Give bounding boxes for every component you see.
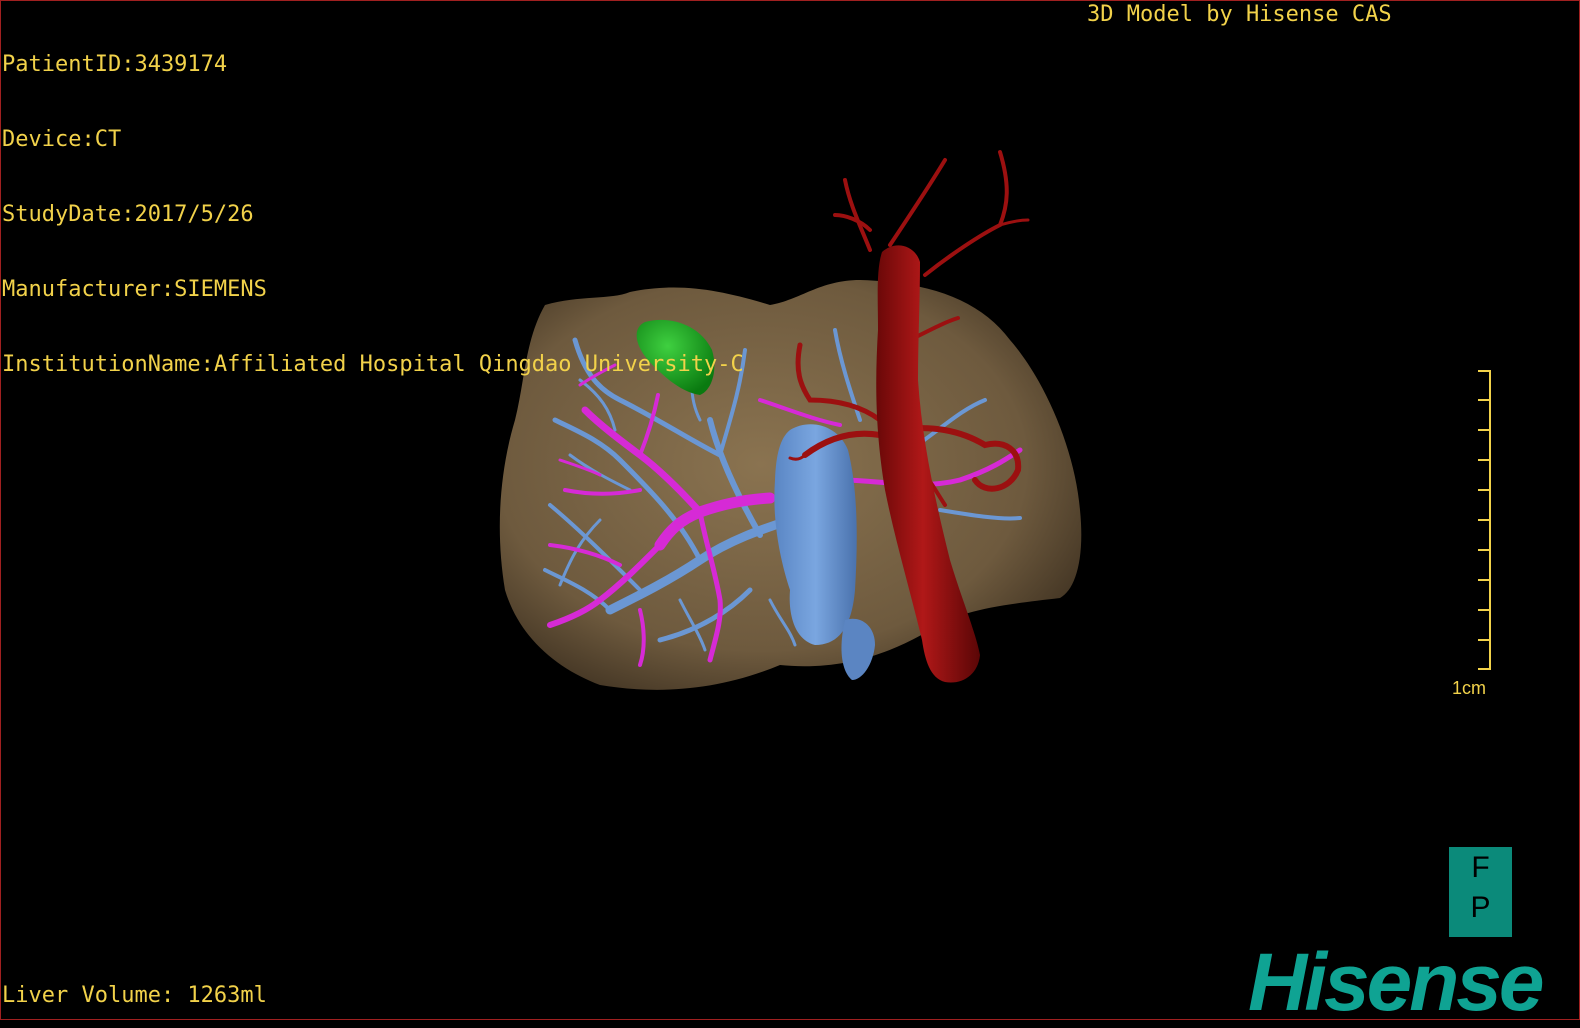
orientation-cube[interactable]: F P (1449, 847, 1512, 937)
dicom-info-panel: PatientID:3439174 Device:CT StudyDate:20… (2, 2, 744, 402)
ivc-lower-segment (841, 618, 875, 680)
patient-id-text: PatientID:3439174 (2, 52, 228, 77)
scale-bar-label: 1cm (1452, 678, 1487, 698)
liver-volume-text: Liver Volume: 1263ml (2, 983, 267, 1008)
study-date-text: StudyDate:2017/5/26 (2, 202, 254, 227)
manufacturer-text: Manufacturer:SIEMENS (2, 277, 267, 302)
institution-name-text: InstitutionName:Affiliated Hospital Qing… (2, 352, 744, 377)
hisense-logo: Hisense (1248, 937, 1545, 1028)
scale-bar (1478, 370, 1491, 670)
model-credit-text: 3D Model by Hisense CAS (1087, 2, 1392, 27)
orientation-bottom-label: P (1470, 891, 1491, 924)
orientation-top-label: F (1471, 851, 1490, 884)
device-text: Device:CT (2, 127, 122, 152)
